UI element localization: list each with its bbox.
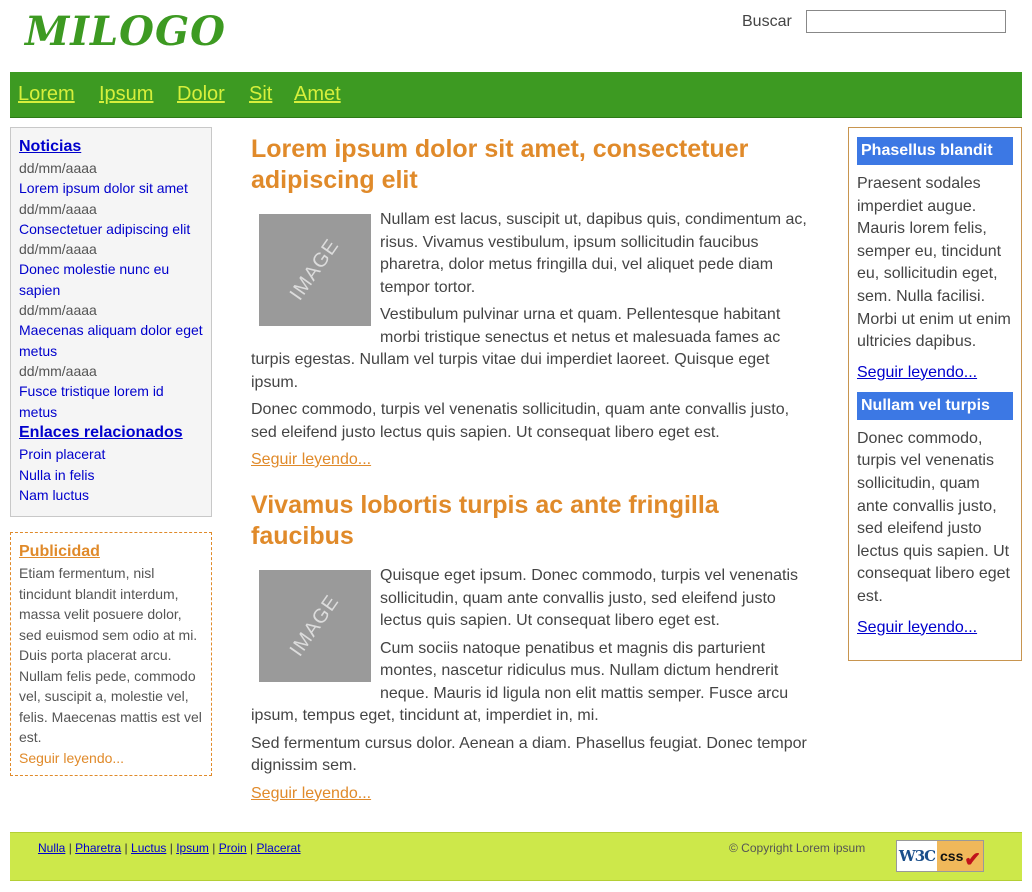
ad-read-more-link[interactable]: Seguir leyendo... (19, 750, 124, 766)
related-link[interactable]: Nam luctus (19, 485, 203, 506)
news-sidebar: Noticias dd/mm/aaaa Lorem ipsum dolor si… (10, 127, 212, 517)
nav-item-amet[interactable]: Amet (294, 83, 341, 106)
block-heading: Phasellus blandit (857, 137, 1013, 165)
article-title: Vivamus lobortis turpis ac ante fringill… (251, 491, 719, 550)
w3c-css-badge[interactable]: W3C css ✔ (896, 840, 984, 872)
image-placeholder-label: IMAGE (285, 590, 344, 661)
ad-box: Publicidad Etiam fermentum, nisl tincidu… (10, 532, 212, 776)
related-links-heading[interactable]: Enlaces relacionados (19, 422, 203, 444)
footer-link-pharetra[interactable]: Pharetra (75, 841, 121, 855)
footer-link-luctus[interactable]: Luctus (131, 841, 166, 855)
image-placeholder-label: IMAGE (285, 234, 344, 305)
news-date: dd/mm/aaaa (19, 302, 97, 318)
article-paragraph: Donec commodo, turpis vel venenatis soll… (251, 401, 790, 441)
nav-item-dolor[interactable]: Dolor (177, 83, 225, 106)
article: Lorem ipsum dolor sit amet, consectetuer… (251, 134, 817, 471)
related-link[interactable]: Proin placerat (19, 444, 203, 465)
nav-item-sit[interactable]: Sit (249, 83, 272, 106)
footer-separator: | (212, 841, 216, 855)
news-link[interactable]: Donec molestie nunc eu sapien (19, 259, 203, 300)
ad-text: Etiam fermentum, nisl tincidunt blandit … (19, 565, 202, 745)
article-read-more-link[interactable]: Seguir leyendo... (251, 783, 371, 805)
block-heading: Nullam vel turpis (857, 391, 1013, 420)
article-image-placeholder: IMAGE (259, 570, 371, 682)
css-logo-text: css ✔ (937, 841, 983, 871)
footer-separator: | (169, 841, 173, 855)
footer-link-ipsum[interactable]: Ipsum (176, 841, 209, 855)
block-text: Donec commodo, turpis vel venenatis soll… (857, 429, 1010, 605)
site-logo[interactable]: MILOGO (25, 8, 226, 55)
related-link[interactable]: Nulla in felis (19, 465, 203, 486)
footer-separator: | (250, 841, 254, 855)
article-image-placeholder: IMAGE (259, 214, 371, 326)
main-nav: Lorem Ipsum Dolor Sit Amet (10, 72, 1022, 118)
footer-separator: | (124, 841, 128, 855)
news-date: dd/mm/aaaa (19, 200, 97, 217)
news-date: dd/mm/aaaa (19, 363, 97, 379)
ad-heading[interactable]: Publicidad (19, 541, 203, 563)
article-paragraph: Sed fermentum cursus dolor. Aenean a dia… (251, 734, 807, 775)
css-label: css (940, 848, 964, 864)
article-title: Lorem ipsum dolor sit amet, consectetuer… (251, 135, 749, 194)
news-link[interactable]: Fusce tristique lorem id metus (19, 381, 203, 422)
news-link[interactable]: Maecenas aliquam dolor eget metus (19, 320, 203, 361)
news-date: dd/mm/aaaa (19, 160, 97, 176)
article-read-more-link[interactable]: Seguir leyendo... (251, 449, 371, 471)
search-label: Buscar (742, 13, 792, 30)
block-read-more-link[interactable]: Seguir leyendo... (857, 617, 1013, 639)
news-heading[interactable]: Noticias (19, 136, 203, 158)
right-sidebar: Phasellus blandit Praesent sodales imper… (848, 127, 1022, 661)
news-date: dd/mm/aaaa (19, 241, 97, 257)
copyright-text: © Copyright Lorem ipsum (729, 841, 866, 855)
nav-item-lorem[interactable]: Lorem (18, 83, 75, 106)
footer-link-nulla[interactable]: Nulla (38, 841, 65, 855)
block-read-more-link[interactable]: Seguir leyendo... (857, 362, 1013, 384)
w3c-logo-text: W3C (897, 841, 937, 871)
article: Vivamus lobortis turpis ac ante fringill… (251, 490, 817, 805)
news-link[interactable]: Lorem ipsum dolor sit amet (19, 178, 203, 199)
main-content: Lorem ipsum dolor sit amet, consectetuer… (251, 134, 817, 805)
search-input[interactable] (806, 10, 1006, 33)
checkmark-icon: ✔ (964, 849, 981, 871)
nav-item-ipsum[interactable]: Ipsum (99, 83, 153, 106)
footer-link-proin[interactable]: Proin (219, 841, 247, 855)
footer-link-placerat[interactable]: Placerat (257, 841, 301, 855)
footer-links: Nulla | Pharetra | Luctus | Ipsum | Proi… (38, 841, 301, 855)
footer: Nulla | Pharetra | Luctus | Ipsum | Proi… (10, 832, 1022, 881)
footer-separator: | (68, 841, 72, 855)
block-text: Praesent sodales imperdiet augue. Mauris… (857, 175, 1011, 351)
news-link[interactable]: Consectetuer adipiscing elit (19, 219, 203, 240)
